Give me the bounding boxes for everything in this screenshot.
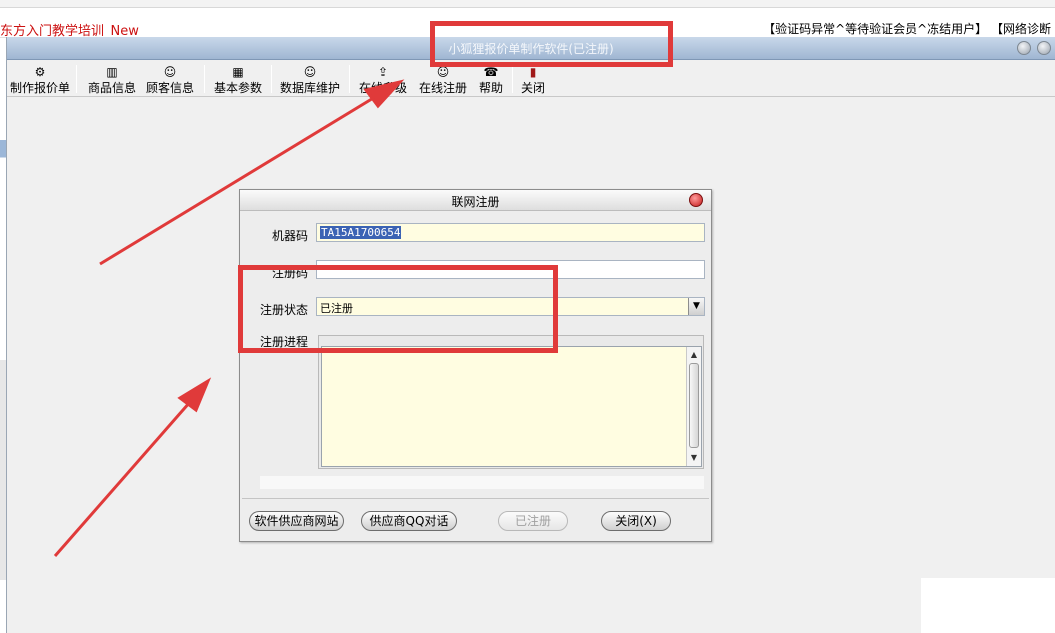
gear-icon: ⚙ <box>34 65 46 79</box>
scroll-down-icon[interactable]: ▼ <box>688 452 700 464</box>
status-strip <box>260 476 704 489</box>
toolbar-label: 在线升级 <box>358 81 407 95</box>
vendor-qq-button[interactable]: 供应商QQ对话 <box>361 511 457 531</box>
calendar-icon: ▦ <box>232 65 244 79</box>
dialog-close-icon[interactable] <box>689 193 703 207</box>
maximize-button[interactable] <box>1037 41 1051 55</box>
toolbar-separator <box>204 65 205 93</box>
dialog-titlebar: 联网注册 <box>240 190 711 211</box>
reg-progress-log[interactable]: ▲ ▼ <box>321 346 702 467</box>
person-icon: ☺ <box>303 65 317 79</box>
background-app-status: 【验证码异常^等待验证会员^冻结用户】 【网络诊断 <box>763 22 1051 36</box>
background-window-edge-left <box>0 140 6 580</box>
person-icon: ☺ <box>163 65 177 79</box>
scroll-up-icon[interactable]: ▲ <box>688 349 700 361</box>
toolbar-label: 制作报价单 <box>9 81 70 95</box>
toolbar-label: 在线注册 <box>418 81 467 95</box>
toolbar-help-button[interactable]: ☎ 帮助 <box>475 62 507 96</box>
annotation-box-title <box>430 21 673 67</box>
toolbar-separator <box>271 65 272 93</box>
toolbar-label: 商品信息 <box>87 81 136 95</box>
vertical-scrollbar[interactable]: ▲ ▼ <box>686 347 701 466</box>
machine-code-value: TA15A1700654 <box>320 226 402 239</box>
toolbar-db-maintenance-button[interactable]: ☺ 数据库维护 <box>277 62 343 96</box>
background-window-edge <box>0 0 1055 8</box>
toolbar-online-register-button[interactable]: ☺ 在线注册 <box>415 62 471 96</box>
toolbar-product-info-button[interactable]: ▥ 商品信息 <box>85 62 139 96</box>
toolbar-label: 数据库维护 <box>279 81 340 95</box>
dialog-title: 联网注册 <box>451 195 500 209</box>
toolbar-basic-params-button[interactable]: ▦ 基本参数 <box>210 62 266 96</box>
scroll-thumb[interactable] <box>689 363 699 448</box>
toolbar-label: 顾客信息 <box>145 81 194 95</box>
machine-code-label: 机器码 <box>272 229 309 243</box>
background-panel <box>921 578 1055 633</box>
toolbar-make-quote-button[interactable]: ⚙ 制作报价单 <box>7 62 73 96</box>
minimize-button[interactable] <box>1017 41 1031 55</box>
toolbar-separator <box>349 65 350 93</box>
registered-button[interactable]: 已注册 <box>498 511 568 531</box>
vendor-website-button[interactable]: 软件供应商网站 <box>249 511 344 531</box>
toolbar-separator <box>512 65 513 93</box>
upgrade-icon: ⇪ <box>377 65 389 79</box>
toolbar-online-upgrade-button[interactable]: ⇪ 在线升级 <box>357 62 409 96</box>
toolbar-close-button[interactable]: ▮ 关闭 <box>517 62 549 96</box>
reg-progress-group: ▲ ▼ <box>318 335 704 469</box>
toolbar-label: 基本参数 <box>213 81 262 95</box>
divider <box>242 498 709 499</box>
dialog-close-button[interactable]: 关闭(X) <box>601 511 671 531</box>
product-icon: ▥ <box>106 65 118 79</box>
annotation-box-status <box>238 265 558 353</box>
toolbar-separator <box>76 65 77 93</box>
machine-code-field[interactable]: TA15A1700654 <box>316 223 705 242</box>
chevron-down-icon[interactable]: ▼ <box>688 298 704 315</box>
toolbar-customer-info-button[interactable]: ☺ 顾客信息 <box>143 62 197 96</box>
toolbar-label: 帮助 <box>478 81 503 95</box>
online-registration-dialog: 联网注册 机器码 TA15A1700654 注册码 注册状态 已注册 ▼ 注册进… <box>239 189 712 542</box>
toolbar-label: 关闭 <box>520 81 545 95</box>
